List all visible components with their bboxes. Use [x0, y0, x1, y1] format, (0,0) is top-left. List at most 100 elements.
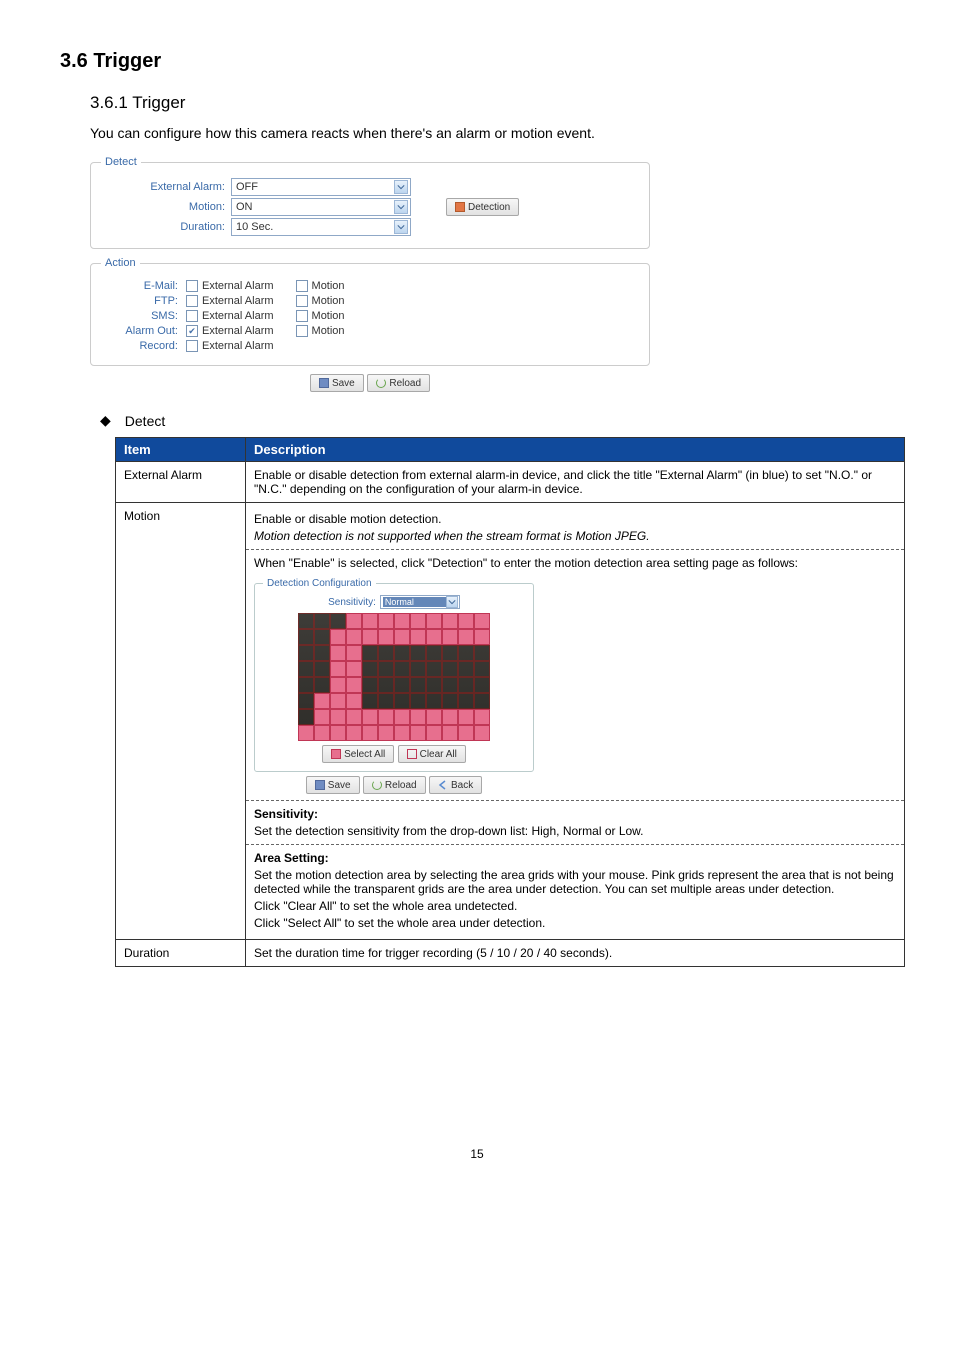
grid-cell[interactable] [394, 677, 410, 693]
grid-cell[interactable] [458, 725, 474, 741]
grid-cell[interactable] [442, 677, 458, 693]
grid-cell[interactable] [426, 661, 442, 677]
sensitivity-select[interactable]: Normal [380, 595, 460, 609]
grid-cell[interactable] [474, 693, 490, 709]
grid-cell[interactable] [458, 709, 474, 725]
grid-cell[interactable] [314, 613, 330, 629]
grid-cell[interactable] [394, 645, 410, 661]
grid-cell[interactable] [426, 693, 442, 709]
grid-cell[interactable] [298, 645, 314, 661]
grid-cell[interactable] [298, 677, 314, 693]
grid-cell[interactable] [474, 629, 490, 645]
grid-cell[interactable] [378, 725, 394, 741]
save-button[interactable]: Save [310, 374, 364, 392]
grid-cell[interactable] [458, 629, 474, 645]
grid-cell[interactable] [394, 693, 410, 709]
grid-cell[interactable] [378, 613, 394, 629]
grid-cell[interactable] [378, 645, 394, 661]
grid-cell[interactable] [458, 677, 474, 693]
grid-cell[interactable] [426, 725, 442, 741]
grid-cell[interactable] [330, 709, 346, 725]
grid-cell[interactable] [410, 709, 426, 725]
grid-cell[interactable] [442, 725, 458, 741]
grid-cell[interactable] [410, 613, 426, 629]
motion-checkbox[interactable] [296, 325, 308, 337]
grid-cell[interactable] [362, 645, 378, 661]
grid-cell[interactable] [362, 661, 378, 677]
grid-cell[interactable] [298, 725, 314, 741]
external-alarm-select[interactable]: OFF [231, 178, 411, 196]
grid-cell[interactable] [474, 725, 490, 741]
grid-cell[interactable] [410, 645, 426, 661]
grid-cell[interactable] [426, 629, 442, 645]
grid-cell[interactable] [346, 661, 362, 677]
grid-cell[interactable] [474, 661, 490, 677]
grid-cell[interactable] [410, 629, 426, 645]
grid-cell[interactable] [474, 709, 490, 725]
grid-cell[interactable] [346, 613, 362, 629]
grid-cell[interactable] [298, 629, 314, 645]
grid-cell[interactable] [378, 677, 394, 693]
external-alarm-checkbox[interactable] [186, 280, 198, 292]
grid-cell[interactable] [362, 677, 378, 693]
grid-cell[interactable] [394, 661, 410, 677]
grid-cell[interactable] [314, 645, 330, 661]
grid-cell[interactable] [330, 725, 346, 741]
detection-grid[interactable] [298, 613, 490, 741]
grid-cell[interactable] [298, 613, 314, 629]
grid-cell[interactable] [378, 661, 394, 677]
external-alarm-checkbox[interactable] [186, 310, 198, 322]
grid-cell[interactable] [330, 629, 346, 645]
save-button-2[interactable]: Save [306, 776, 360, 794]
grid-cell[interactable] [394, 709, 410, 725]
grid-cell[interactable] [458, 613, 474, 629]
detection-button[interactable]: Detection [446, 198, 519, 216]
grid-cell[interactable] [298, 661, 314, 677]
grid-cell[interactable] [346, 677, 362, 693]
grid-cell[interactable] [410, 725, 426, 741]
grid-cell[interactable] [474, 645, 490, 661]
grid-cell[interactable] [314, 693, 330, 709]
grid-cell[interactable] [378, 693, 394, 709]
grid-cell[interactable] [346, 693, 362, 709]
grid-cell[interactable] [346, 645, 362, 661]
motion-select[interactable]: ON [231, 198, 411, 216]
back-button[interactable]: Back [429, 776, 482, 794]
grid-cell[interactable] [330, 661, 346, 677]
grid-cell[interactable] [314, 661, 330, 677]
grid-cell[interactable] [362, 613, 378, 629]
grid-cell[interactable] [458, 645, 474, 661]
grid-cell[interactable] [378, 629, 394, 645]
grid-cell[interactable] [314, 725, 330, 741]
grid-cell[interactable] [362, 629, 378, 645]
grid-cell[interactable] [410, 677, 426, 693]
external-alarm-checkbox[interactable] [186, 340, 198, 352]
grid-cell[interactable] [394, 629, 410, 645]
grid-cell[interactable] [298, 709, 314, 725]
grid-cell[interactable] [442, 629, 458, 645]
reload-button-2[interactable]: Reload [363, 776, 426, 794]
external-alarm-checkbox[interactable] [186, 295, 198, 307]
motion-checkbox[interactable] [296, 310, 308, 322]
grid-cell[interactable] [410, 661, 426, 677]
grid-cell[interactable] [314, 677, 330, 693]
grid-cell[interactable] [442, 661, 458, 677]
grid-cell[interactable] [394, 725, 410, 741]
select-all-button[interactable]: Select All [322, 745, 394, 763]
grid-cell[interactable] [362, 725, 378, 741]
grid-cell[interactable] [314, 629, 330, 645]
grid-cell[interactable] [410, 693, 426, 709]
grid-cell[interactable] [330, 613, 346, 629]
grid-cell[interactable] [442, 645, 458, 661]
grid-cell[interactable] [346, 709, 362, 725]
grid-cell[interactable] [330, 693, 346, 709]
grid-cell[interactable] [458, 693, 474, 709]
grid-cell[interactable] [346, 725, 362, 741]
grid-cell[interactable] [474, 677, 490, 693]
grid-cell[interactable] [458, 661, 474, 677]
grid-cell[interactable] [330, 677, 346, 693]
motion-checkbox[interactable] [296, 295, 308, 307]
grid-cell[interactable] [394, 613, 410, 629]
grid-cell[interactable] [362, 693, 378, 709]
grid-cell[interactable] [362, 709, 378, 725]
